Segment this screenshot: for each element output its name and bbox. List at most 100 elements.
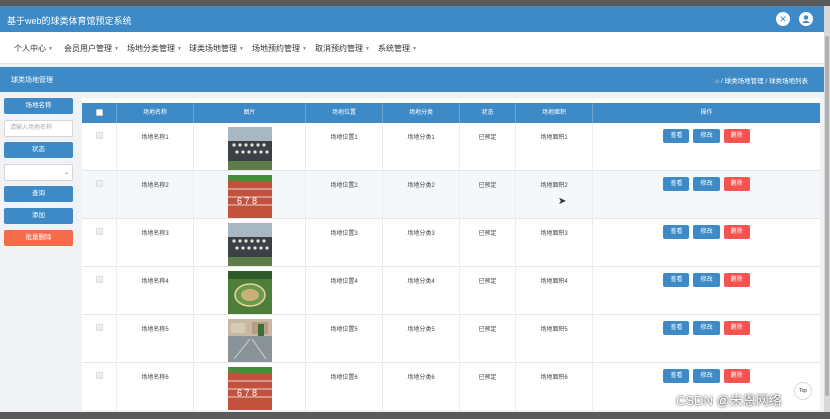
back-to-top-button[interactable]: Top (794, 382, 812, 400)
row-checkbox[interactable] (95, 228, 103, 235)
venue-image[interactable]: 6 7 8 (227, 175, 272, 218)
user-icon[interactable] (799, 12, 813, 26)
cell-location: 场地位置2 (306, 171, 383, 219)
edit-button[interactable]: 修改 (693, 225, 720, 239)
header-status[interactable]: 状态 (460, 103, 516, 123)
page-title-bar: 球类场地管理 ⌂ / 球类场地管理 / 球类场地列表 (0, 67, 824, 92)
app-frame: 基于web的球类体育馆预定系统 ✕ 个人中心 ▼ 会员用户管理 ▼ 场地分类管理 ▼ … (0, 6, 824, 412)
delete-button[interactable]: 删除 (723, 321, 750, 335)
venue-image[interactable] (227, 223, 272, 266)
breadcrumb-venue-management[interactable]: 球类场地管理 (725, 78, 764, 85)
add-button[interactable]: 添加 (4, 208, 73, 224)
header-category[interactable]: 场地分类 (383, 103, 460, 123)
view-button[interactable]: 查看 (663, 225, 690, 239)
cell-venue-name: 场地名称6 (117, 363, 194, 410)
edit-button[interactable]: 修改 (693, 177, 720, 191)
view-button[interactable]: 查看 (663, 369, 690, 383)
cell-status: 已预定 (460, 123, 516, 171)
watermark: CSDN @米恩网络 (676, 393, 782, 408)
cell-category: 场地分类3 (383, 219, 460, 267)
status-select[interactable]: ⌄ (4, 164, 73, 181)
nav-item-cancellations[interactable]: 取消预约管理 ▼ (315, 43, 370, 54)
close-icon[interactable]: ✕ (776, 12, 790, 26)
row-checkbox[interactable] (95, 276, 103, 283)
delete-button[interactable]: 删除 (723, 177, 750, 191)
nav-item-ball-venues[interactable]: 球类场地管理 ▼ (189, 43, 244, 54)
delete-button[interactable]: 删除 (723, 225, 750, 239)
cell-category: 场地分类1 (383, 123, 460, 171)
header-location[interactable]: 场地位置 (306, 103, 383, 123)
cell-category: 场地分类2 (383, 171, 460, 219)
app-header: 基于web的球类体育馆预定系统 ✕ (0, 6, 824, 32)
cell-location: 场地位置6 (306, 363, 383, 410)
cell-status: 已预定 (460, 315, 516, 363)
nav-item-system[interactable]: 系统管理 ▼ (378, 43, 417, 54)
breadcrumb-venue-list: 球类场地列表 (769, 78, 808, 85)
cell-area: 场地面积6 (516, 363, 593, 410)
nav-item-venue-category[interactable]: 场地分类管理 ▼ (127, 43, 182, 54)
main-nav: 个人中心 ▼ 会员用户管理 ▼ 场地分类管理 ▼ 球类场地管理 ▼ 场地预约管理 ▼ 取消… (0, 32, 824, 64)
chevron-down-icon: ▼ (48, 45, 53, 52)
row-checkbox[interactable] (95, 372, 103, 379)
row-select-cell[interactable] (82, 171, 117, 219)
edit-button[interactable]: 修改 (693, 369, 720, 383)
chevron-down-icon: ▼ (114, 45, 119, 52)
cell-location: 场地位置3 (306, 219, 383, 267)
view-button[interactable]: 查看 (663, 273, 690, 287)
chevron-down-icon: ⌄ (63, 170, 69, 176)
select-all-checkbox[interactable] (82, 103, 117, 123)
breadcrumb: ⌂ / 球类场地管理 / 球类场地列表 (715, 78, 808, 85)
cell-area: 场地面积1 (516, 123, 593, 171)
page-scrollbar[interactable] (824, 6, 830, 412)
search-button[interactable]: 查询 (4, 186, 73, 202)
venue-image[interactable] (227, 127, 272, 170)
venue-image[interactable]: 6 7 8 (227, 367, 272, 410)
cell-venue-name: 场地名称5 (117, 315, 194, 363)
row-checkbox[interactable] (95, 324, 103, 331)
venue-image[interactable] (227, 271, 272, 314)
cell-status: 已预定 (460, 267, 516, 315)
row-select-cell[interactable] (82, 123, 117, 171)
chevron-down-icon: ▼ (365, 45, 370, 52)
nav-item-personal[interactable]: 个人中心 ▼ (14, 43, 53, 54)
table-row: 场地名称3 场地位置3 场地分类3 已预定 场地面积3 查看 修改 删除 (82, 219, 820, 267)
chevron-down-icon: ▼ (302, 45, 307, 52)
header-venue-name[interactable]: 场地名称 (117, 103, 194, 123)
header-area[interactable]: 场地面积 (516, 103, 593, 123)
venue-image[interactable] (227, 319, 272, 362)
row-checkbox[interactable] (95, 132, 103, 139)
cell-location: 场地位置1 (306, 123, 383, 171)
cell-image (194, 123, 306, 171)
chevron-down-icon: ▼ (412, 45, 417, 52)
row-select-cell[interactable] (82, 219, 117, 267)
edit-button[interactable]: 修改 (693, 321, 720, 335)
row-checkbox[interactable] (95, 180, 103, 187)
delete-button[interactable]: 删除 (723, 369, 750, 383)
home-icon[interactable]: ⌂ (715, 78, 719, 85)
edit-button[interactable]: 修改 (693, 129, 720, 143)
cell-status: 已预定 (460, 363, 516, 410)
view-button[interactable]: 查看 (663, 177, 690, 191)
venue-name-input[interactable]: 请输入场地名称 (4, 120, 73, 137)
delete-button[interactable]: 删除 (723, 129, 750, 143)
nav-item-reservations[interactable]: 场地预约管理 ▼ (252, 43, 307, 54)
header-actions: 操作 (700, 110, 713, 116)
cell-actions: 查看 修改 删除 (593, 171, 820, 219)
row-select-cell[interactable] (82, 267, 117, 315)
row-select-cell[interactable] (82, 363, 117, 410)
header-image: 图片 (194, 103, 306, 123)
svg-text:6 7 8: 6 7 8 (237, 388, 257, 398)
view-button[interactable]: 查看 (663, 321, 690, 335)
nav-item-members[interactable]: 会员用户管理 ▼ (64, 43, 119, 54)
row-select-cell[interactable] (82, 315, 117, 363)
cell-image (194, 219, 306, 267)
edit-button[interactable]: 修改 (693, 273, 720, 287)
view-button[interactable]: 查看 (663, 129, 690, 143)
cell-area: 场地面积2 (516, 171, 593, 219)
mouse-cursor-icon: ➤ (558, 196, 567, 207)
delete-button[interactable]: 删除 (723, 273, 750, 287)
status-label: 状态 (4, 142, 73, 158)
venue-name-label: 场地名称 (4, 98, 73, 114)
cell-venue-name: 场地名称2 (117, 171, 194, 219)
batch-delete-button[interactable]: 批量删除 (4, 230, 73, 246)
